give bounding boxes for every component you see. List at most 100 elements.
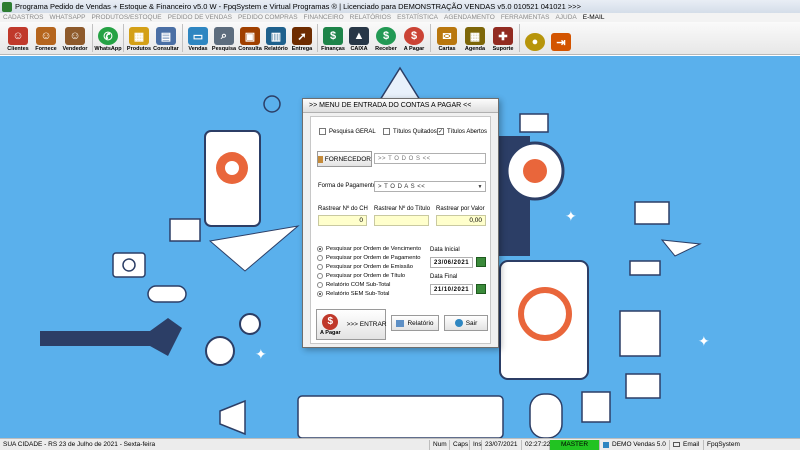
toolbar-separator — [519, 24, 520, 52]
mouse-icon — [529, 393, 563, 438]
enter-button-label: >>> ENTRAR — [346, 321, 387, 328]
payment-select[interactable]: > T O D A S << ▼ — [374, 181, 486, 192]
radio-dot[interactable] — [317, 263, 323, 270]
calendar-icon[interactable] — [476, 284, 486, 294]
radio-label: Pesquisar por Ordem de Pagamento — [326, 254, 421, 261]
toolbar-apagar-button[interactable]: $ A Pagar — [400, 23, 428, 54]
report-button[interactable]: Relatório — [391, 315, 439, 331]
menu-pedido-compras[interactable]: PEDIDO COMPRAS — [238, 14, 298, 21]
payment-select-value: > T O D A S << — [378, 183, 426, 190]
toolbar-agenda-button[interactable]: ▦ Agenda — [461, 23, 489, 54]
radio-label: Relatório COM Sub-Total — [326, 281, 391, 288]
query-icon: ▣ — [240, 27, 260, 45]
toolbar: ☺ Clientes ☺ Fornece ☺ Vendedor ✆ WhatsApp ▦… — [0, 22, 800, 55]
menu-ferramentas[interactable]: FERRAMENTAS — [501, 14, 550, 21]
calendar-page-icon — [581, 391, 611, 423]
menu-pedido-vendas[interactable]: PEDIDO DE VENDAS — [168, 14, 232, 21]
toolbar-consultar-button[interactable]: ▤ Consultar — [152, 23, 180, 54]
gamepad-icon — [147, 285, 187, 303]
toolbar-consulta-button[interactable]: ▣ Consulta — [237, 23, 263, 54]
toolbar-suporte-button[interactable]: ✚ Suporte — [489, 23, 517, 54]
toolbar-whatsapp-button[interactable]: ✆ WhatsApp — [94, 23, 122, 54]
toolbar-receber-button[interactable]: $ Receber — [372, 23, 400, 54]
track-title-input[interactable] — [374, 215, 429, 226]
checkbox-titulos-abertos[interactable]: ✓ Títulos Abertos — [437, 128, 487, 135]
checkbox-box[interactable] — [319, 128, 326, 135]
toolbar-label: Finanças — [321, 46, 345, 52]
toolbar-clientes-button[interactable]: ☺ Clientes — [4, 23, 32, 54]
toolbar-entrega-button[interactable]: ➚ Entrega — [289, 23, 315, 54]
megaphone-icon — [219, 399, 246, 436]
radio-sem-subtotal[interactable]: Relatório SEM Sub-Total — [317, 289, 421, 298]
toolbar-vendas-button[interactable]: ▭ Vendas — [185, 23, 211, 54]
toolbar-exit-button[interactable]: ⇥ — [548, 23, 574, 54]
menu-agendamento[interactable]: AGENDAMENTO — [444, 14, 495, 21]
menu-email[interactable]: E-MAIL — [583, 14, 605, 21]
menu-financeiro[interactable]: FINANCEIRO — [304, 14, 344, 21]
enter-button[interactable]: $ A Pagar >>> ENTRAR — [316, 309, 387, 340]
report-icon: ▥ — [266, 27, 286, 45]
toolbar-coin-button[interactable]: ● — [522, 23, 548, 54]
supplier-button[interactable]: FORNECEDOR — [317, 151, 372, 167]
menu-whatsapp[interactable]: WHATSAPP — [49, 14, 85, 21]
menu-cadastros[interactable]: CADASTROS — [3, 14, 43, 21]
receive-icon: $ — [376, 27, 396, 45]
checkbox-pesquisa-geral[interactable]: Pesquisa GERAL — [319, 128, 376, 135]
track-value-input[interactable]: 0,00 — [436, 215, 486, 226]
toolbar-produtos-button[interactable]: ▦ Produtos — [126, 23, 152, 54]
toolbar-pesquisa-button[interactable]: ⌕ Pesquisa — [211, 23, 237, 54]
track-ch-input[interactable]: 0 — [318, 215, 367, 226]
folder-icon — [169, 218, 201, 242]
whatsapp-icon: ✆ — [98, 27, 118, 45]
date-end-input[interactable]: 21/10/2021 — [430, 284, 473, 295]
menu-bar: CADASTROS WHATSAPP PRODUTOS/ESTOQUE PEDI… — [0, 13, 800, 22]
pay-icon: $ — [404, 27, 424, 45]
radio-com-subtotal[interactable]: Relatório COM Sub-Total — [317, 280, 421, 289]
seller-icon: ☺ — [65, 27, 85, 45]
toolbar-label: Produtos — [126, 46, 152, 52]
toolbar-vendedor-button[interactable]: ☺ Vendedor — [60, 23, 90, 54]
radio-dot[interactable] — [317, 281, 323, 288]
radio-ordem-vencimento[interactable]: Pesquisar por Ordem de Vencimento — [317, 244, 421, 253]
toolbar-financas-button[interactable]: $ Finanças — [320, 23, 346, 54]
toolbar-fornece-button[interactable]: ☺ Fornece — [32, 23, 60, 54]
track-ch-label: Rastrear Nº do CH — [318, 206, 368, 212]
letters-icon: ✉ — [437, 27, 457, 45]
checkbox-titulos-quitados[interactable]: Títulos Quitados — [383, 128, 437, 135]
consult-icon: ▤ — [156, 27, 176, 45]
toolbar-caixa-button[interactable]: ▲ CAIXA — [346, 23, 372, 54]
status-date: 23/07/2021 — [482, 439, 522, 450]
toolbar-relatorio-button[interactable]: ▥ Relatório — [263, 23, 289, 54]
supplier-icon — [318, 155, 323, 163]
pay-badge: $ A Pagar — [320, 313, 341, 336]
radio-dot[interactable] — [317, 290, 323, 297]
radio-dot[interactable] — [317, 254, 323, 261]
date-start-input[interactable]: 23/06/2021 — [430, 257, 473, 268]
toolbar-separator — [317, 24, 318, 52]
calendar-icon[interactable] — [476, 257, 486, 267]
toolbar-separator — [182, 24, 183, 52]
radio-ordem-pagamento[interactable]: Pesquisar por Ordem de Pagamento — [317, 253, 421, 262]
toolbar-cartas-button[interactable]: ✉ Cartas — [433, 23, 461, 54]
radio-ordem-titulo[interactable]: Pesquisar por Ordem de Título — [317, 271, 421, 280]
toolbar-label: CAIXA — [350, 46, 368, 52]
supplier-field[interactable]: >> T O D O S << — [374, 153, 486, 164]
delivery-icon: ➚ — [292, 27, 312, 45]
clients-icon: ☺ — [8, 27, 28, 45]
exit-button[interactable]: Sair — [444, 315, 488, 331]
radio-dot[interactable] — [317, 245, 323, 252]
search-icon: ⌕ — [214, 27, 234, 45]
radio-dot[interactable] — [317, 272, 323, 279]
checkbox-box[interactable] — [383, 128, 390, 135]
dollar-icon: $ — [322, 313, 339, 330]
menu-ajuda[interactable]: AJUDA — [555, 14, 576, 21]
status-demo-icon — [603, 441, 609, 448]
checkmark-icon[interactable]: ✓ — [437, 128, 444, 135]
tablet-icon — [499, 260, 589, 380]
menu-estatistica[interactable]: ESTATÍSTICA — [397, 14, 438, 21]
envelope-icon — [634, 201, 670, 225]
radio-ordem-emissao[interactable]: Pesquisar por Ordem de Emissão — [317, 262, 421, 271]
menu-produtos-estoque[interactable]: PRODUTOS/ESTOQUE — [91, 14, 161, 21]
menu-relatorios[interactable]: RELATÓRIOS — [350, 14, 391, 21]
radio-label: Pesquisar por Ordem de Título — [326, 272, 406, 279]
